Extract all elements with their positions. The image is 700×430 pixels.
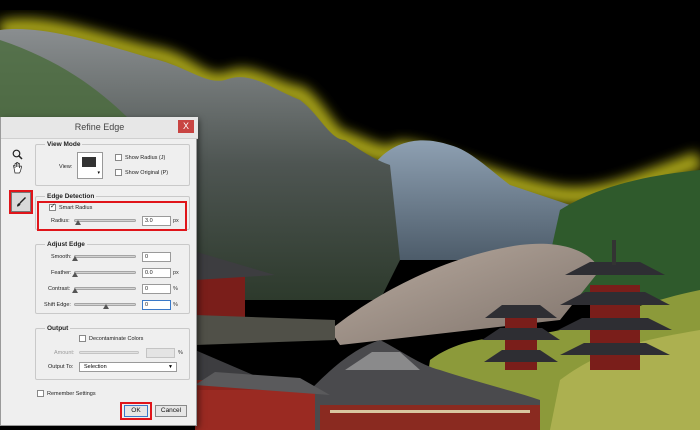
radius-unit: px	[173, 218, 179, 224]
dialog-title: Refine Edge	[74, 122, 125, 132]
hand-tool[interactable]	[6, 159, 28, 177]
amount-unit: %	[178, 350, 183, 356]
output-to-value: Selection	[84, 364, 107, 370]
dialog-titlebar[interactable]: Refine Edge X	[1, 117, 198, 139]
contrast-input[interactable]: 0	[142, 284, 171, 294]
shift-edge-input[interactable]: 0	[142, 300, 171, 310]
adjust-edge-heading: Adjust Edge	[45, 241, 87, 248]
output-heading: Output	[45, 325, 71, 332]
remember-settings-label: Remember Settings	[47, 391, 96, 397]
shift-edge-label: Shift Edge:	[44, 302, 71, 308]
small-pagoda	[482, 305, 560, 370]
chevron-down-icon: ▼	[168, 364, 173, 370]
refine-edge-dialog: Refine Edge X View Mode View: ▾ Show Rad…	[0, 117, 198, 426]
decontaminate-checkbox[interactable]	[79, 335, 86, 342]
output-to-select[interactable]: Selection ▼	[79, 362, 177, 372]
feather-label: Feather:	[51, 270, 72, 276]
radius-slider[interactable]	[74, 219, 136, 222]
show-original-checkbox[interactable]	[115, 169, 122, 176]
remember-settings-checkbox[interactable]	[37, 390, 44, 397]
feather-unit: px	[173, 270, 179, 276]
amount-slider[interactable]	[79, 351, 139, 354]
contrast-slider[interactable]	[74, 287, 136, 290]
edge-detection-heading: Edge Detection	[45, 193, 97, 200]
smooth-input[interactable]: 0	[142, 252, 171, 262]
tool-highlight-box	[9, 190, 33, 214]
feather-slider[interactable]	[74, 271, 136, 274]
smooth-label: Smooth:	[51, 254, 72, 260]
close-button[interactable]: X	[178, 120, 194, 133]
radius-label: Radius:	[51, 218, 70, 224]
shift-edge-slider-thumb[interactable]	[103, 304, 109, 309]
smart-radius-checkbox[interactable]	[49, 202, 56, 211]
decontaminate-label: Decontaminate Colors	[89, 336, 144, 342]
view-label: View:	[59, 164, 73, 170]
feather-input[interactable]: 0.0	[142, 268, 171, 278]
smooth-slider-thumb[interactable]	[72, 256, 78, 261]
contrast-slider-thumb[interactable]	[72, 288, 78, 293]
feather-slider-thumb[interactable]	[72, 272, 78, 277]
radius-input[interactable]: 3.0	[142, 216, 171, 226]
view-dropdown-icon: ▾	[97, 170, 100, 176]
radius-slider-thumb[interactable]	[75, 220, 82, 225]
view-mode-heading: View Mode	[45, 141, 83, 148]
view-thumb-preview	[82, 157, 96, 167]
view-mode-thumbnail[interactable]: ▾	[77, 152, 103, 179]
contrast-unit: %	[173, 286, 178, 292]
ok-button[interactable]: OK	[124, 405, 148, 417]
amount-input[interactable]	[146, 348, 175, 358]
smart-radius-label: Smart Radius	[59, 205, 93, 211]
zoom-tool-icon	[12, 149, 23, 160]
show-original-label: Show Original (P)	[125, 170, 169, 176]
smooth-slider[interactable]	[74, 255, 136, 258]
hand-tool-icon	[12, 162, 22, 174]
cancel-button[interactable]: Cancel	[155, 405, 187, 417]
contrast-label: Contrast:	[48, 286, 71, 292]
show-radius-label: Show Radius (J)	[125, 155, 166, 161]
amount-label: Amount:	[54, 350, 75, 356]
output-to-label: Output To:	[48, 364, 74, 370]
shift-edge-unit: %	[173, 302, 178, 308]
show-radius-checkbox[interactable]	[115, 154, 122, 161]
